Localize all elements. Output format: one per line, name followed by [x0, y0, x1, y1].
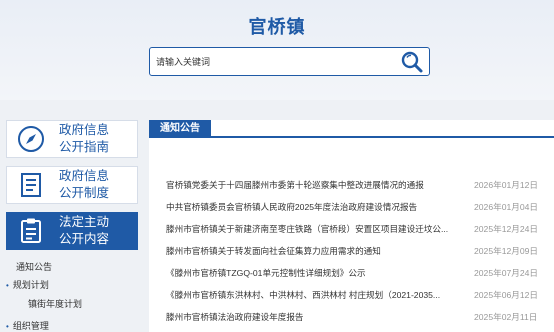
document-icon: [21, 173, 41, 197]
notice-title[interactable]: 中共官桥镇委员会官桥镇人民政府2025年度法治政府建设情况报告: [166, 199, 456, 215]
site-title: 官桥镇: [248, 17, 306, 37]
sub-item-planning[interactable]: • 规划计划: [6, 278, 49, 292]
sub-item-label: 规划计划: [12, 280, 49, 290]
notice-title[interactable]: 滕州市官桥镇法治政府建设年度报告: [166, 309, 456, 325]
list-item[interactable]: 滕州市官桥镇关于转发面向社会征集算力应用需求的通知 2025年12月09日: [166, 243, 554, 259]
sub-item-annual-plan[interactable]: 镇街年度计划: [28, 297, 82, 311]
bullet-icon: •: [6, 322, 9, 331]
notice-date: 2026年01月04日: [474, 202, 539, 212]
tab-notices[interactable]: 通知公告: [149, 120, 211, 138]
sub-item-organization[interactable]: • 组织管理: [6, 319, 49, 332]
compass-icon: [18, 126, 44, 152]
notice-date: 2025年07月24日: [474, 268, 539, 278]
site-header: 官桥镇: [0, 0, 554, 100]
list-item[interactable]: 滕州市官桥镇法治政府建设年度报告 2025年02月11日: [166, 309, 554, 325]
nav-card-line2: 公开制度: [59, 186, 110, 200]
nav-card-line1: 政府信息: [59, 123, 110, 137]
nav-card-line2: 公开内容: [59, 232, 110, 246]
sub-item-label: 通知公告: [16, 262, 53, 272]
sub-item-notices[interactable]: 通知公告: [16, 260, 52, 274]
list-item[interactable]: 《滕州市官桥镇TZGQ-01单元控制性详细规划》公示 2025年07月24日: [166, 265, 554, 281]
search-icon: [401, 51, 423, 73]
notice-date: 2025年06月12日: [474, 290, 539, 300]
notice-title[interactable]: 滕州市官桥镇关于转发面向社会征集算力应用需求的通知: [166, 243, 456, 259]
notice-date: 2026年01月12日: [474, 180, 539, 190]
bullet-icon: •: [6, 281, 9, 290]
nav-card-disclosure-guide[interactable]: 政府信息 公开指南: [6, 120, 138, 158]
nav-card-line1: 政府信息: [59, 169, 110, 183]
sub-item-label: 镇街年度计划: [28, 299, 83, 309]
notice-date: 2025年12月24日: [474, 224, 539, 234]
notice-panel: 通知公告 官桥镇党委关于十四届滕州市委第十轮巡察集中整改进展情况的通报 2026…: [149, 120, 554, 332]
nav-card-statutory-disclosure[interactable]: 法定主动 公开内容: [6, 212, 138, 250]
list-item[interactable]: 官桥镇党委关于十四届滕州市委第十轮巡察集中整改进展情况的通报 2026年01月1…: [166, 177, 554, 193]
clipboard-icon: [21, 218, 41, 243]
search-box: [149, 47, 430, 76]
notice-tabbar: 通知公告: [149, 120, 554, 138]
list-item[interactable]: 滕州市官桥镇关于新建济南至枣庄铁路（官桥段）安置区项目建设迁坟公... 2025…: [166, 221, 554, 237]
search-input[interactable]: [156, 52, 396, 72]
list-item[interactable]: 中共官桥镇委员会官桥镇人民政府2025年度法治政府建设情况报告 2026年01月…: [166, 199, 554, 215]
notice-title[interactable]: 官桥镇党委关于十四届滕州市委第十轮巡察集中整改进展情况的通报: [166, 177, 456, 193]
nav-card-line1: 法定主动: [59, 215, 110, 229]
notice-title[interactable]: 滕州市官桥镇关于新建济南至枣庄铁路（官桥段）安置区项目建设迁坟公...: [166, 221, 456, 237]
nav-card-line2: 公开指南: [59, 140, 110, 154]
notice-date: 2025年12月09日: [474, 246, 539, 256]
notice-title[interactable]: 《滕州市官桥镇东洪林村、中洪林村、西洪林村 村庄规划（2021-2035...: [166, 287, 456, 303]
sub-item-label: 组织管理: [12, 321, 49, 331]
list-item[interactable]: 《滕州市官桥镇东洪林村、中洪林村、西洪林村 村庄规划（2021-2035... …: [166, 287, 554, 303]
notice-title[interactable]: 《滕州市官桥镇TZGQ-01单元控制性详细规划》公示: [166, 265, 456, 281]
notice-date: 2025年02月11日: [474, 312, 538, 322]
nav-card-disclosure-system[interactable]: 政府信息 公开制度: [6, 166, 138, 204]
search-button[interactable]: [400, 50, 424, 74]
